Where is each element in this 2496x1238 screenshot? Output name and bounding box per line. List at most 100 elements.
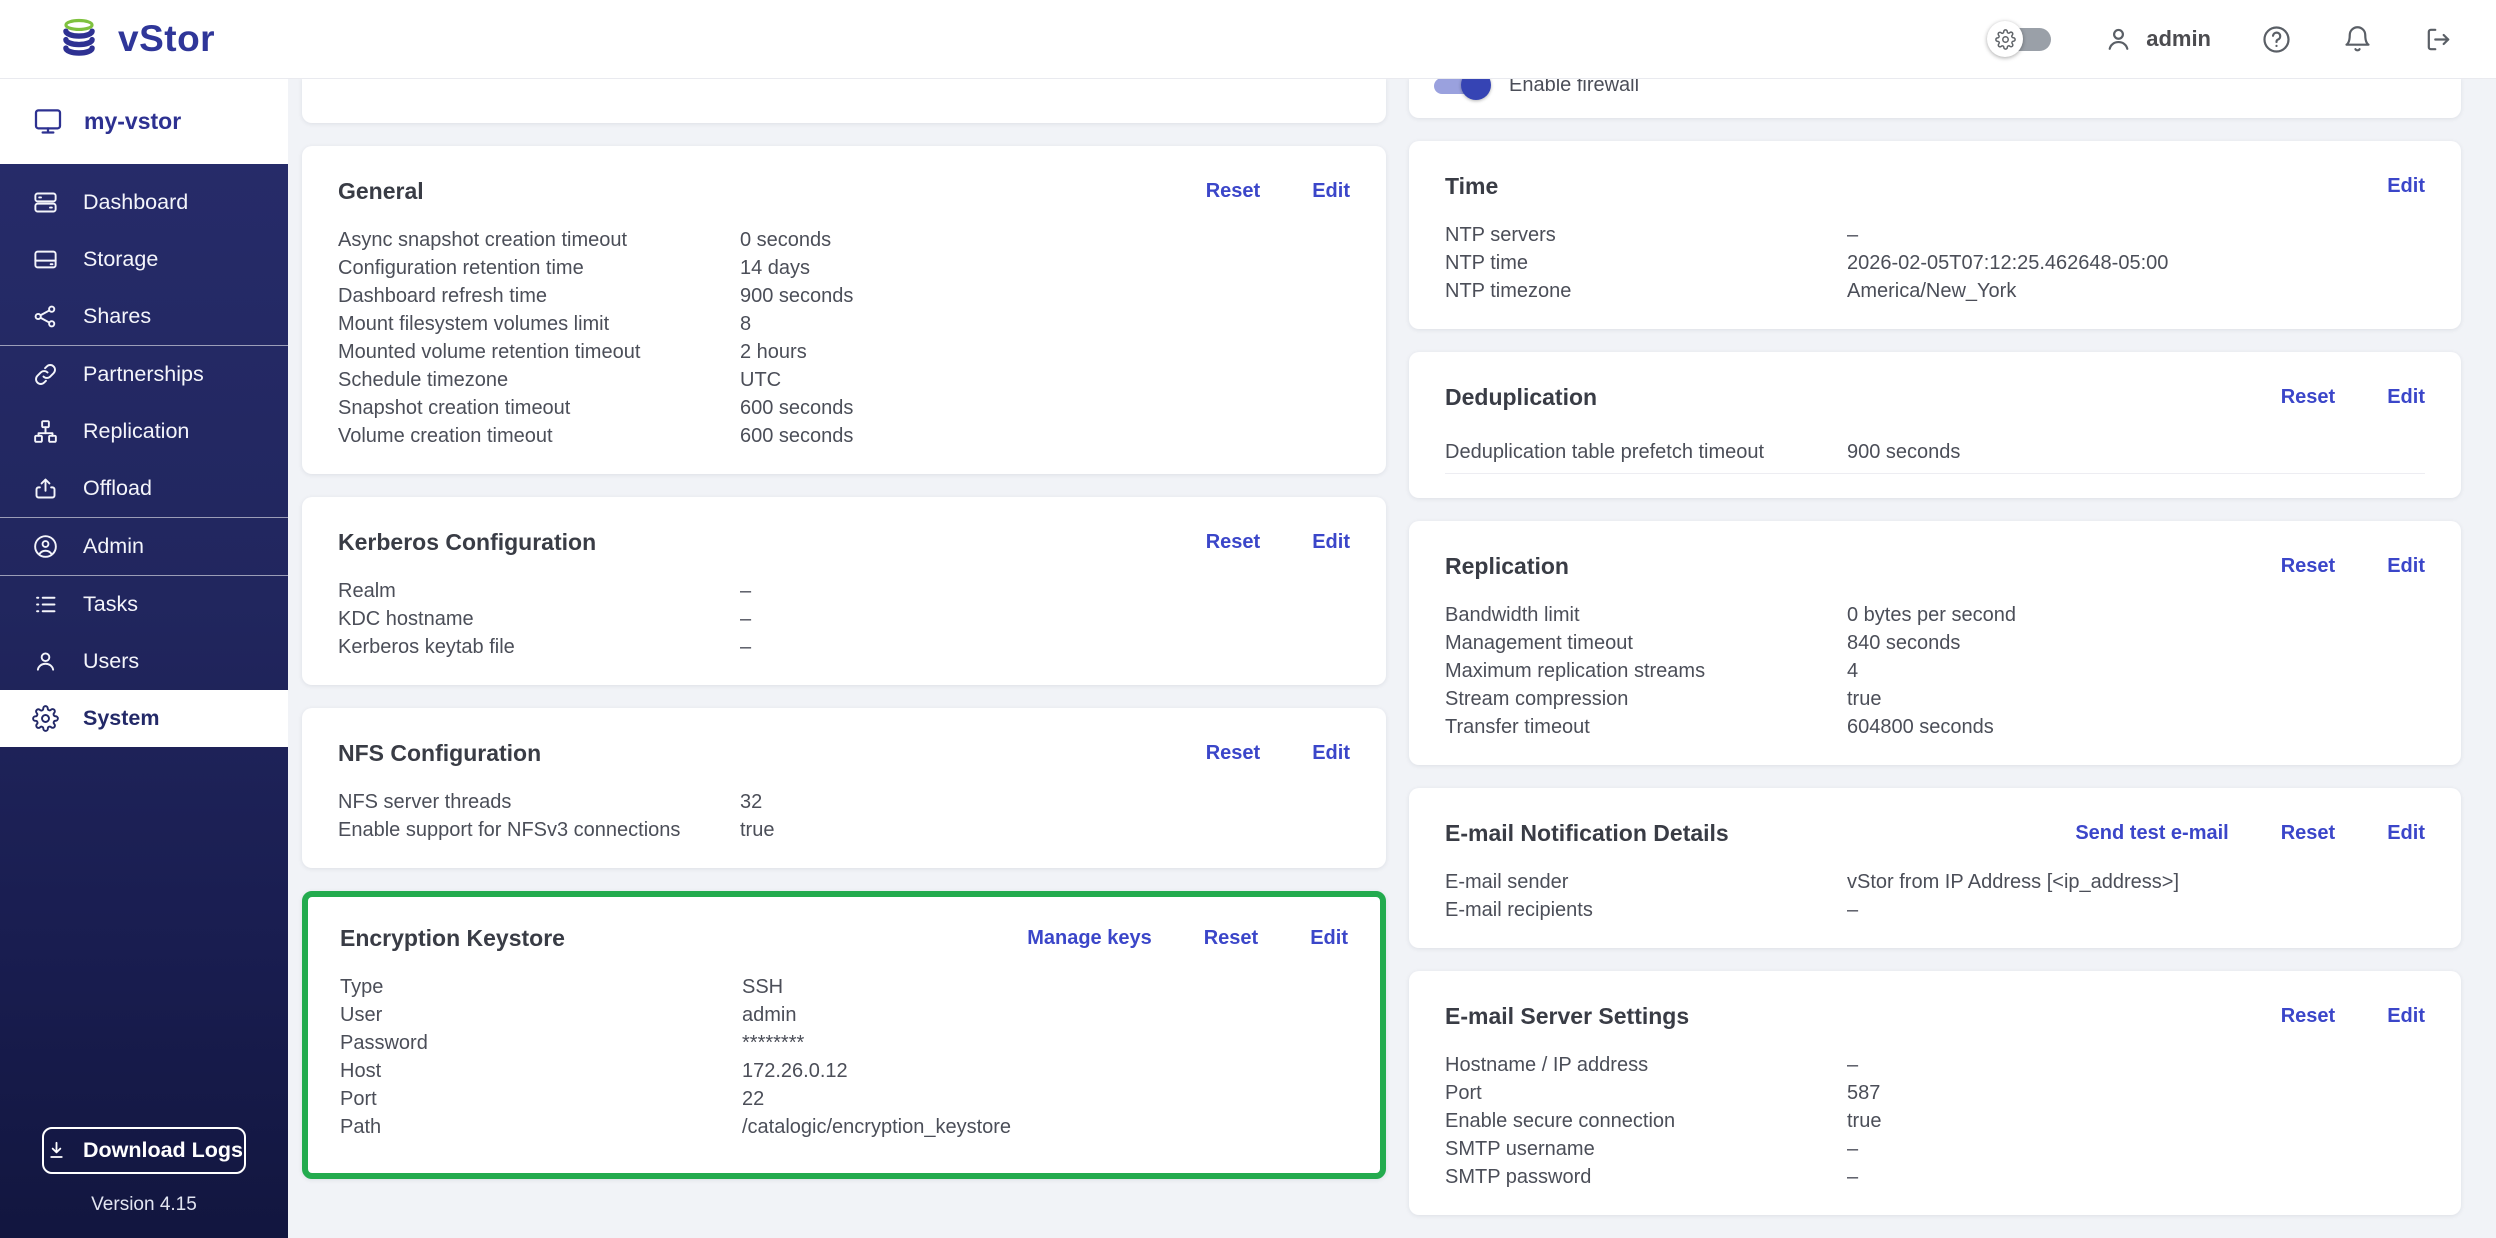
card-e-mail-server-settings: E-mail Server SettingsResetEditHostname … bbox=[1409, 971, 2461, 1215]
sidebar-item-system[interactable]: System bbox=[0, 690, 288, 747]
edit-link[interactable]: Edit bbox=[1312, 531, 1350, 554]
vstor-system-page: { "colors": { "accent": "#3b46c9", "high… bbox=[0, 0, 2496, 1238]
card-deduplication: DeduplicationResetEditDeduplication tabl… bbox=[1409, 352, 2461, 498]
offload-icon bbox=[32, 475, 59, 502]
sidebar-item-offload[interactable]: Offload bbox=[0, 460, 288, 517]
shares-icon bbox=[32, 303, 59, 330]
card-e-mail-notification-details: E-mail Notification DetailsSend test e-m… bbox=[1409, 788, 2461, 948]
sidebar-item-tasks[interactable]: Tasks bbox=[0, 576, 288, 633]
row-label: Maximum replication streams bbox=[1445, 660, 1847, 683]
reset-link[interactable]: Reset bbox=[1206, 531, 1260, 554]
sidebar-item-label: Offload bbox=[83, 476, 152, 501]
enable-firewall-toggle[interactable] bbox=[1431, 78, 1491, 102]
hostname-label: my-vstor bbox=[84, 108, 181, 135]
logout-icon[interactable] bbox=[2423, 24, 2454, 55]
help-icon[interactable] bbox=[2261, 24, 2292, 55]
sidebar-item-admin[interactable]: Admin bbox=[0, 518, 288, 575]
reset-link[interactable]: Reset bbox=[2281, 555, 2335, 578]
row-label: NTP timezone bbox=[1445, 280, 1847, 303]
brand-name: vStor bbox=[118, 18, 215, 60]
reset-link[interactable]: Reset bbox=[1206, 742, 1260, 765]
download-logs-button[interactable]: Download Logs bbox=[42, 1127, 246, 1174]
settings-row: Dashboard refresh time900 seconds bbox=[338, 282, 1350, 310]
send-test-e-mail-link[interactable]: Send test e-mail bbox=[2075, 822, 2228, 845]
card-actions: Edit bbox=[2387, 175, 2425, 198]
sidebar-item-replication[interactable]: Replication bbox=[0, 403, 288, 460]
sidebar-item-label: System bbox=[83, 706, 160, 731]
dashboard-icon bbox=[32, 189, 59, 216]
settings-row: E-mail recipients– bbox=[1445, 896, 2425, 924]
main-content: GeneralResetEditAsync snapshot creation … bbox=[288, 78, 2496, 1238]
edit-link[interactable]: Edit bbox=[2387, 822, 2425, 845]
monitor-icon bbox=[32, 105, 64, 137]
partnerships-icon bbox=[32, 361, 59, 388]
row-label: Stream compression bbox=[1445, 688, 1847, 711]
row-value: 172.26.0.12 bbox=[742, 1060, 1348, 1083]
reset-link[interactable]: Reset bbox=[2281, 386, 2335, 409]
users-icon bbox=[32, 648, 59, 675]
user-menu[interactable]: admin bbox=[2103, 24, 2211, 55]
sidebar-item-label: Replication bbox=[83, 419, 189, 444]
settings-row: Management timeout840 seconds bbox=[1445, 629, 2425, 657]
theme-toggle[interactable] bbox=[1987, 20, 2053, 58]
sidebar-item-shares[interactable]: Shares bbox=[0, 288, 288, 345]
settings-row: Async snapshot creation timeout0 seconds bbox=[338, 226, 1350, 254]
edit-link[interactable]: Edit bbox=[2387, 175, 2425, 198]
left-column: GeneralResetEditAsync snapshot creation … bbox=[302, 78, 1386, 1179]
row-label: Host bbox=[340, 1060, 742, 1083]
card-nfs-configuration: NFS ConfigurationResetEditNFS server thr… bbox=[302, 708, 1386, 868]
settings-row: Deduplication table prefetch timeout900 … bbox=[1445, 432, 2425, 474]
sidebar-item-dashboard[interactable]: Dashboard bbox=[0, 174, 288, 231]
card-actions: Reset Edit bbox=[2281, 386, 2425, 409]
row-value: 0 bytes per second bbox=[1847, 604, 2425, 627]
card-actions: Manage keys Reset Edit bbox=[1027, 927, 1348, 950]
notifications-bell-icon[interactable] bbox=[2342, 24, 2373, 55]
row-label: Enable secure connection bbox=[1445, 1110, 1847, 1133]
storage-icon bbox=[32, 246, 59, 273]
row-value: vStor from IP Address [<ip_address>] bbox=[1847, 871, 2425, 894]
row-value: /catalogic/encryption_keystore bbox=[742, 1116, 1348, 1139]
row-value: 22 bbox=[742, 1088, 1348, 1111]
row-value: 840 seconds bbox=[1847, 632, 2425, 655]
settings-row: Enable secure connectiontrue bbox=[1445, 1107, 2425, 1135]
settings-row: TypeSSH bbox=[340, 973, 1348, 1001]
version-label: Version 4.15 bbox=[0, 1194, 288, 1216]
row-value: true bbox=[740, 819, 1350, 842]
sidebar-hostname[interactable]: my-vstor bbox=[0, 78, 288, 164]
row-label: Port bbox=[340, 1088, 742, 1111]
card-actions: Reset Edit bbox=[2281, 555, 2425, 578]
reset-link[interactable]: Reset bbox=[2281, 1005, 2335, 1028]
row-label: SMTP username bbox=[1445, 1138, 1847, 1161]
settings-row: Maximum replication streams4 bbox=[1445, 657, 2425, 685]
settings-row: Realm– bbox=[338, 577, 1350, 605]
top-header: vStor admin bbox=[0, 0, 2496, 78]
row-label: Password bbox=[340, 1032, 742, 1055]
gear-icon bbox=[1987, 21, 2023, 57]
edit-link[interactable]: Edit bbox=[2387, 386, 2425, 409]
settings-row: SMTP password– bbox=[1445, 1163, 2425, 1191]
row-value: – bbox=[740, 636, 1350, 659]
row-label: Type bbox=[340, 976, 742, 999]
sidebar-item-label: Users bbox=[83, 649, 139, 674]
edit-link[interactable]: Edit bbox=[2387, 555, 2425, 578]
edit-link[interactable]: Edit bbox=[1312, 180, 1350, 203]
edit-link[interactable]: Edit bbox=[2387, 1005, 2425, 1028]
row-label: Mount filesystem volumes limit bbox=[338, 313, 740, 336]
edit-link[interactable]: Edit bbox=[1312, 742, 1350, 765]
card-title: E-mail Server Settings bbox=[1445, 1003, 1689, 1030]
card-replication: ReplicationResetEditBandwidth limit0 byt… bbox=[1409, 521, 2461, 765]
row-label: Realm bbox=[338, 580, 740, 603]
sidebar-item-storage[interactable]: Storage bbox=[0, 231, 288, 288]
reset-link[interactable]: Reset bbox=[2281, 822, 2335, 845]
settings-row: Snapshot creation timeout600 seconds bbox=[338, 394, 1350, 422]
row-value: – bbox=[740, 608, 1350, 631]
sidebar-item-users[interactable]: Users bbox=[0, 633, 288, 690]
row-label: Kerberos keytab file bbox=[338, 636, 740, 659]
sidebar-item-partnerships[interactable]: Partnerships bbox=[0, 346, 288, 403]
reset-link[interactable]: Reset bbox=[1204, 927, 1258, 950]
edit-link[interactable]: Edit bbox=[1310, 927, 1348, 950]
tasks-icon bbox=[32, 591, 59, 618]
settings-row: NFS server threads32 bbox=[338, 788, 1350, 816]
manage-keys-link[interactable]: Manage keys bbox=[1027, 927, 1152, 950]
reset-link[interactable]: Reset bbox=[1206, 180, 1260, 203]
